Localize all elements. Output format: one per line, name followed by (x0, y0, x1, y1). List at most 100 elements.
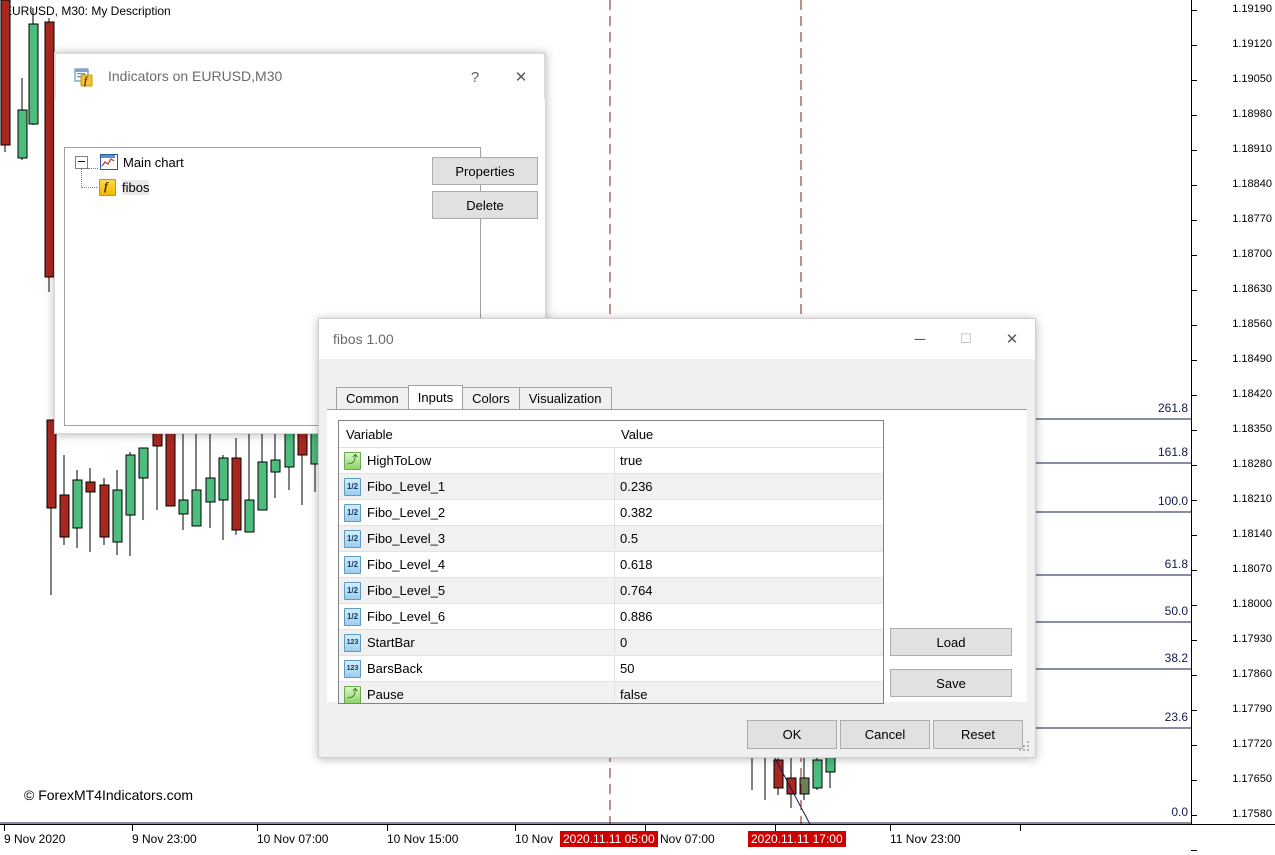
parameter-name: Fibo_Level_6 (367, 609, 445, 624)
close-icon[interactable]: ✕ (989, 319, 1035, 359)
time-tick (132, 824, 133, 831)
price-tick-label: 1.19190 (1232, 4, 1272, 15)
price-tick-mark (1191, 115, 1197, 116)
parameter-name: Fibo_Level_3 (367, 531, 445, 546)
properties-button[interactable]: Properties (432, 157, 538, 185)
maximize-icon[interactable]: ☐ (943, 319, 989, 359)
parameter-value[interactable]: false (614, 682, 883, 704)
price-tick-mark (1191, 780, 1197, 781)
time-label: 10 Nov (515, 832, 553, 846)
indicators-dialog-titlebar[interactable]: f Indicators on EURUSD,M30 ? ✕ (55, 53, 545, 100)
chart-icon (100, 154, 118, 170)
price-tick-mark (1191, 465, 1197, 466)
parameter-row[interactable]: 1/2Fibo_Level_30.5 (339, 525, 883, 551)
price-tick-label: 1.19050 (1232, 74, 1272, 85)
time-tick (1020, 824, 1021, 831)
parameter-row[interactable]: 123BarsBack50 (339, 655, 883, 681)
help-button[interactable]: ? (452, 54, 498, 100)
price-tick-label: 1.17720 (1232, 739, 1272, 750)
double-type-icon: 1/2 (344, 556, 361, 574)
double-type-icon: 1/2 (344, 504, 361, 522)
tree-connector (81, 187, 97, 189)
price-tick-label: 1.17650 (1232, 774, 1272, 785)
parameter-row[interactable]: 1/2Fibo_Level_40.618 (339, 551, 883, 577)
tree-label-main-chart: Main chart (123, 155, 184, 170)
parameter-name: Fibo_Level_5 (367, 583, 445, 598)
load-button[interactable]: Load (890, 628, 1012, 656)
price-tick-label: 1.17790 (1232, 704, 1272, 715)
price-tick-label: 1.18140 (1232, 529, 1272, 540)
tab-common[interactable]: Common (336, 387, 409, 409)
price-tick-label: 1.18420 (1232, 389, 1272, 400)
price-tick-mark (1191, 605, 1197, 606)
parameter-row[interactable]: HighToLowtrue (339, 447, 883, 473)
parameter-value[interactable]: 0.5 (614, 526, 883, 551)
parameters-table[interactable]: Variable Value HighToLowtrue1/2Fibo_Leve… (338, 420, 884, 704)
cancel-button[interactable]: Cancel (840, 720, 930, 749)
save-button[interactable]: Save (890, 669, 1012, 697)
tree-connector (88, 168, 98, 170)
parameter-row[interactable]: 123StartBar0 (339, 629, 883, 655)
tree-row-fibos[interactable]: fibos (65, 174, 480, 200)
price-tick-mark (1191, 80, 1197, 81)
fibos-dialog-title: fibos 1.00 (333, 331, 394, 347)
parameter-name: Pause (367, 687, 404, 702)
price-tick-mark (1191, 675, 1197, 676)
price-tick-mark (1191, 640, 1197, 641)
tab-inputs[interactable]: Inputs (408, 385, 463, 409)
parameter-value[interactable]: 0.886 (614, 604, 883, 629)
parameter-row[interactable]: 1/2 Fibo_Level_2 0.382 (339, 499, 883, 525)
price-tick-label: 1.18560 (1232, 319, 1272, 330)
reset-button[interactable]: Reset (933, 720, 1023, 749)
boolean-type-icon (344, 686, 361, 704)
parameter-row[interactable]: Pause false (339, 681, 883, 704)
ok-button[interactable]: OK (747, 720, 837, 749)
parameter-value[interactable]: true (614, 448, 883, 473)
price-tick-mark (1191, 570, 1197, 571)
price-tick-mark (1191, 325, 1197, 326)
tab-colors[interactable]: Colors (462, 387, 520, 409)
price-tick-mark (1191, 710, 1197, 711)
parameter-name: Fibo_Level_1 (367, 479, 445, 494)
fibos-dialog-titlebar[interactable]: fibos 1.00 ─ ☐ ✕ (319, 319, 1035, 359)
tab-panel-inputs: Variable Value HighToLowtrue1/2Fibo_Leve… (327, 409, 1027, 702)
price-tick-label: 1.18210 (1232, 494, 1272, 505)
time-label: 10 Nov 07:00 (257, 832, 328, 846)
tab-visualization[interactable]: Visualization (519, 387, 612, 409)
parameter-name: Fibo_Level_2 (367, 505, 445, 520)
price-axis: 1.191901.191201.190501.189801.189101.188… (1191, 0, 1275, 824)
fibo-level-label: 100.0 (1130, 494, 1188, 508)
parameter-row[interactable]: 1/2Fibo_Level_50.764 (339, 577, 883, 603)
minimize-icon[interactable]: ─ (897, 319, 943, 359)
close-icon[interactable]: ✕ (498, 54, 544, 100)
price-tick-label: 1.18840 (1232, 179, 1272, 190)
price-tick-mark (1191, 535, 1197, 536)
parameter-value[interactable]: 0.382 (614, 500, 883, 525)
parameter-value[interactable]: 0.236 (614, 474, 883, 499)
integer-type-icon: 123 (344, 634, 361, 652)
price-tick-mark (1191, 360, 1197, 361)
parameter-value[interactable]: 0.764 (614, 578, 883, 603)
time-tick (775, 824, 776, 831)
fibo-level-label: 50.0 (1130, 604, 1188, 618)
fibo-level-label: 61.8 (1130, 557, 1188, 571)
parameter-value[interactable]: 0.618 (614, 552, 883, 577)
fibos-properties-dialog[interactable]: fibos 1.00 ─ ☐ ✕ CommonInputsColorsVisua… (318, 318, 1036, 758)
parameter-value[interactable]: 0 (614, 630, 883, 655)
fibo-level-label: 261.8 (1130, 401, 1188, 415)
parameter-name: BarsBack (367, 661, 423, 676)
resize-grip[interactable] (1019, 741, 1031, 753)
price-tick-mark (1191, 255, 1197, 256)
price-tick-mark (1191, 500, 1197, 501)
price-tick-label: 1.17580 (1232, 809, 1272, 820)
delete-button[interactable]: Delete (432, 191, 538, 219)
tree-row-main-chart[interactable]: Main chart (65, 148, 480, 174)
parameter-row[interactable]: 1/2Fibo_Level_60.886 (339, 603, 883, 629)
boolean-type-icon (344, 452, 361, 470)
parameter-row[interactable]: 1/2Fibo_Level_10.236 (339, 473, 883, 499)
price-tick-label: 1.17930 (1232, 634, 1272, 645)
parameter-value[interactable]: 50 (614, 656, 883, 681)
indicators-window-icon: f (74, 67, 94, 87)
indicator-icon (99, 179, 116, 196)
tab-strip[interactable]: CommonInputsColorsVisualization (336, 386, 611, 409)
